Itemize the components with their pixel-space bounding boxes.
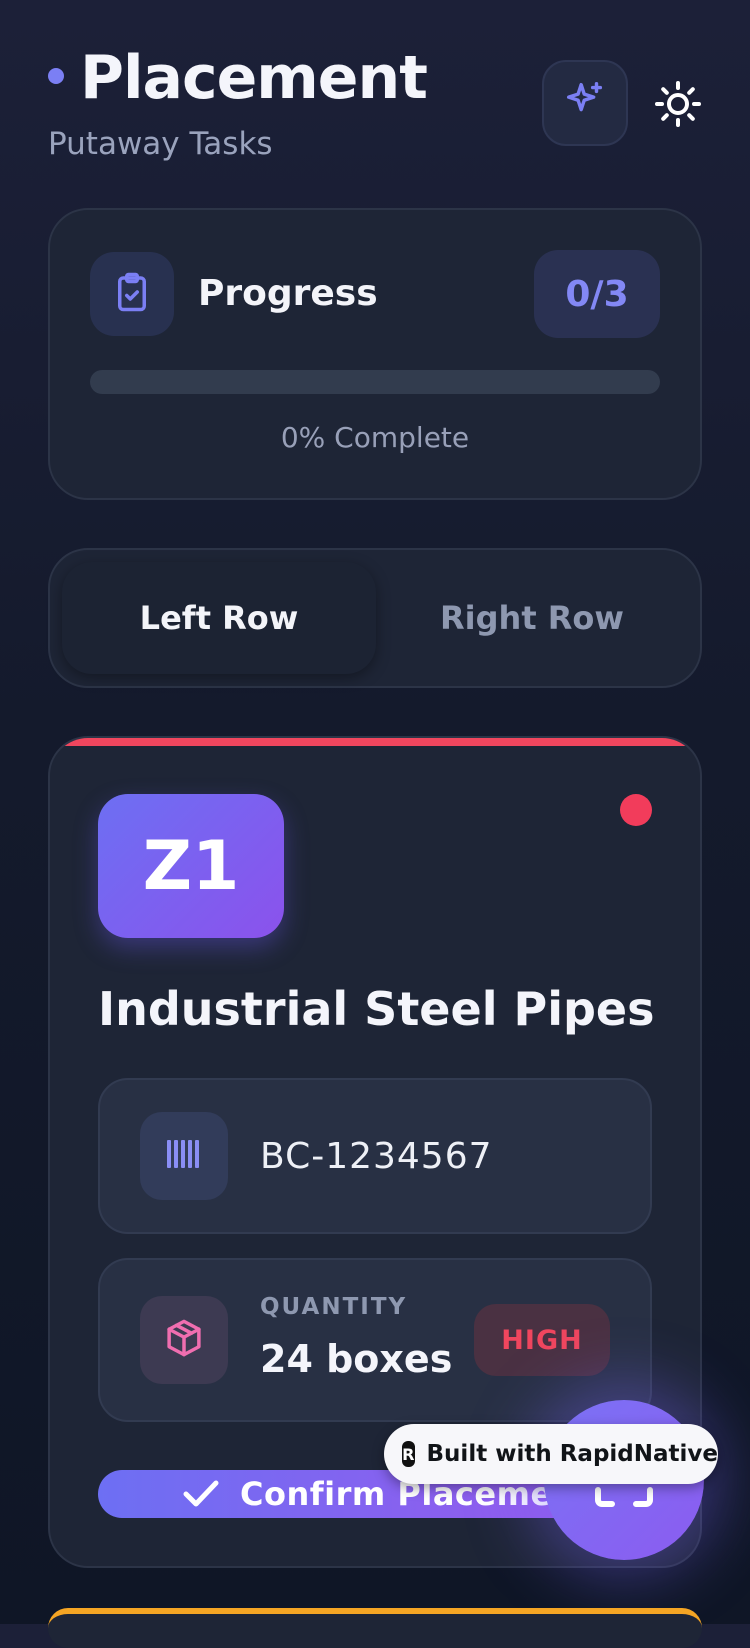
barcode-icon bbox=[164, 1137, 204, 1175]
title-dot bbox=[48, 68, 64, 84]
item-name: Industrial Steel Pipes bbox=[98, 982, 655, 1036]
barcode-icon-box bbox=[140, 1112, 228, 1200]
progress-percent-text: 0% Complete bbox=[280, 421, 470, 454]
ai-assist-button[interactable] bbox=[542, 60, 628, 146]
priority-indicator-dot bbox=[620, 794, 652, 826]
rapidnative-logo-icon: R bbox=[402, 1441, 415, 1467]
theme-toggle-button[interactable] bbox=[650, 78, 706, 134]
page-title: Placement bbox=[80, 43, 428, 113]
progress-label: Progress bbox=[198, 273, 378, 314]
progress-bar bbox=[90, 370, 660, 394]
progress-icon-box bbox=[90, 252, 174, 336]
progress-count-badge: 0/3 bbox=[534, 250, 660, 338]
built-with-text: Built with RapidNative bbox=[426, 1441, 718, 1467]
quantity-label: QUANTITY bbox=[260, 1294, 408, 1320]
priority-badge: HIGH bbox=[474, 1304, 610, 1376]
sparkles-icon bbox=[562, 78, 608, 128]
built-with-badge[interactable]: R Built with RapidNative bbox=[384, 1424, 718, 1484]
barcode-value: BC-1234567 bbox=[260, 1136, 493, 1177]
package-icon-box bbox=[140, 1296, 228, 1384]
tab-right-row[interactable]: Right Row bbox=[376, 562, 688, 674]
priority-accent-bar bbox=[50, 738, 700, 746]
next-task-card[interactable] bbox=[48, 1608, 702, 1648]
sun-icon bbox=[654, 80, 702, 132]
page-subtitle: Putaway Tasks bbox=[48, 126, 273, 162]
tab-left-row[interactable]: Left Row bbox=[62, 562, 376, 674]
zone-badge: Z1 bbox=[98, 794, 284, 938]
quantity-value: 24 boxes bbox=[260, 1337, 453, 1381]
clipboard-check-icon bbox=[111, 271, 153, 317]
package-icon bbox=[163, 1317, 205, 1363]
check-icon bbox=[182, 1479, 220, 1509]
